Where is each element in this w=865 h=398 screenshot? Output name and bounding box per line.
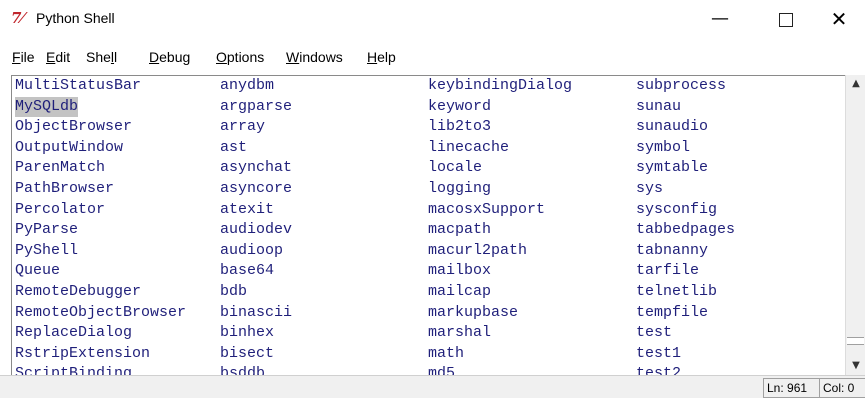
menu-item[interactable]: Edit xyxy=(46,49,70,65)
module-name[interactable]: mailcap xyxy=(428,282,491,302)
module-name[interactable]: OutputWindow xyxy=(15,138,123,158)
module-name[interactable]: md5 xyxy=(428,364,455,375)
menu-item[interactable]: Shell xyxy=(86,49,117,65)
module-name[interactable]: linecache xyxy=(428,138,509,158)
module-name[interactable]: RemoteObjectBrowser xyxy=(15,303,186,323)
module-name[interactable]: lib2to3 xyxy=(428,117,491,137)
module-name[interactable]: symbol xyxy=(636,138,690,158)
module-name[interactable]: bisect xyxy=(220,344,274,364)
module-name[interactable]: sysconfig xyxy=(636,200,717,220)
menu-item[interactable]: File xyxy=(12,49,35,65)
status-bar: Ln: 961 Col: 0 xyxy=(0,375,865,398)
module-name[interactable]: ReplaceDialog xyxy=(15,323,132,343)
module-name[interactable]: keybindingDialog xyxy=(428,76,572,96)
module-name[interactable]: argparse xyxy=(220,97,292,117)
module-name[interactable]: array xyxy=(220,117,265,137)
module-name[interactable]: sys xyxy=(636,179,663,199)
menu-item[interactable]: Windows xyxy=(286,49,343,65)
module-name[interactable]: anydbm xyxy=(220,76,274,96)
module-name[interactable]: tabnanny xyxy=(636,241,708,261)
module-name[interactable]: atexit xyxy=(220,200,274,220)
menu-item[interactable]: Options xyxy=(216,49,264,65)
title-bar[interactable]: 7⁄ Python Shell — ✕ xyxy=(0,0,865,38)
module-name[interactable]: binhex xyxy=(220,323,274,343)
module-name[interactable]: logging xyxy=(428,179,491,199)
column-number-status: Col: 0 xyxy=(819,378,865,398)
module-name[interactable]: ParenMatch xyxy=(15,158,105,178)
close-button[interactable]: ✕ xyxy=(816,0,862,38)
module-name[interactable]: sunaudio xyxy=(636,117,708,137)
module-name[interactable]: bdb xyxy=(220,282,247,302)
module-name[interactable]: PyShell xyxy=(15,241,78,261)
scrollbar-thumb[interactable] xyxy=(847,337,864,345)
module-name[interactable]: bsddb xyxy=(220,364,265,375)
vertical-scrollbar[interactable]: ▲ ▼ xyxy=(845,75,865,375)
module-name[interactable]: sunau xyxy=(636,97,681,117)
module-name[interactable]: macosxSupport xyxy=(428,200,545,220)
module-name[interactable]: test1 xyxy=(636,344,681,364)
module-name[interactable]: PyParse xyxy=(15,220,78,240)
module-name[interactable]: base64 xyxy=(220,261,274,281)
module-name[interactable]: RemoteDebugger xyxy=(15,282,141,302)
module-name[interactable]: RstripExtension xyxy=(15,344,150,364)
module-name[interactable]: test2 xyxy=(636,364,681,375)
module-name[interactable]: test xyxy=(636,323,672,343)
menu-item[interactable]: Debug xyxy=(149,49,190,65)
window-title: Python Shell xyxy=(36,10,115,26)
module-name[interactable]: ScriptBinding xyxy=(15,364,132,375)
scroll-up-arrow-icon[interactable]: ▲ xyxy=(846,75,865,93)
maximize-button[interactable] xyxy=(763,0,809,38)
module-name[interactable]: markupbase xyxy=(428,303,518,323)
module-name[interactable]: ObjectBrowser xyxy=(15,117,132,137)
minimize-button[interactable]: — xyxy=(697,0,743,38)
module-name[interactable]: telnetlib xyxy=(636,282,717,302)
module-name[interactable]: tarfile xyxy=(636,261,699,281)
idle-app-icon: 7⁄ xyxy=(11,9,24,27)
module-name[interactable]: Percolator xyxy=(15,200,105,220)
module-name[interactable]: symtable xyxy=(636,158,708,178)
module-name[interactable]: audiodev xyxy=(220,220,292,240)
module-name[interactable]: keyword xyxy=(428,97,491,117)
module-name[interactable]: math xyxy=(428,344,464,364)
line-number-status: Ln: 961 xyxy=(763,378,821,398)
module-name[interactable]: macurl2path xyxy=(428,241,527,261)
module-name[interactable]: ast xyxy=(220,138,247,158)
module-name[interactable]: marshal xyxy=(428,323,491,343)
maximize-icon xyxy=(779,12,793,27)
module-name[interactable]: mailbox xyxy=(428,261,491,281)
module-name[interactable]: binascii xyxy=(220,303,292,323)
module-name[interactable]: Queue xyxy=(15,261,60,281)
scroll-down-arrow-icon[interactable]: ▼ xyxy=(846,357,865,375)
module-name[interactable]: subprocess xyxy=(636,76,726,96)
shell-text-area[interactable]: MultiStatusBar MySQLdb ObjectBrowser Output… xyxy=(11,75,845,375)
module-name[interactable]: PathBrowser xyxy=(15,179,114,199)
module-name[interactable]: asynchat xyxy=(220,158,292,178)
module-name[interactable]: MultiStatusBar xyxy=(15,76,141,96)
module-name[interactable]: audioop xyxy=(220,241,283,261)
module-name[interactable]: asyncore xyxy=(220,179,292,199)
menu-item[interactable]: Help xyxy=(367,49,396,65)
module-name[interactable]: tempfile xyxy=(636,303,708,323)
module-name[interactable]: tabbedpages xyxy=(636,220,735,240)
module-name[interactable]: macpath xyxy=(428,220,491,240)
menu-bar: File Edit Shell Debug Options Windows Help xyxy=(0,38,865,68)
module-name[interactable]: MySQLdb xyxy=(15,96,79,117)
module-name[interactable]: locale xyxy=(428,158,482,178)
